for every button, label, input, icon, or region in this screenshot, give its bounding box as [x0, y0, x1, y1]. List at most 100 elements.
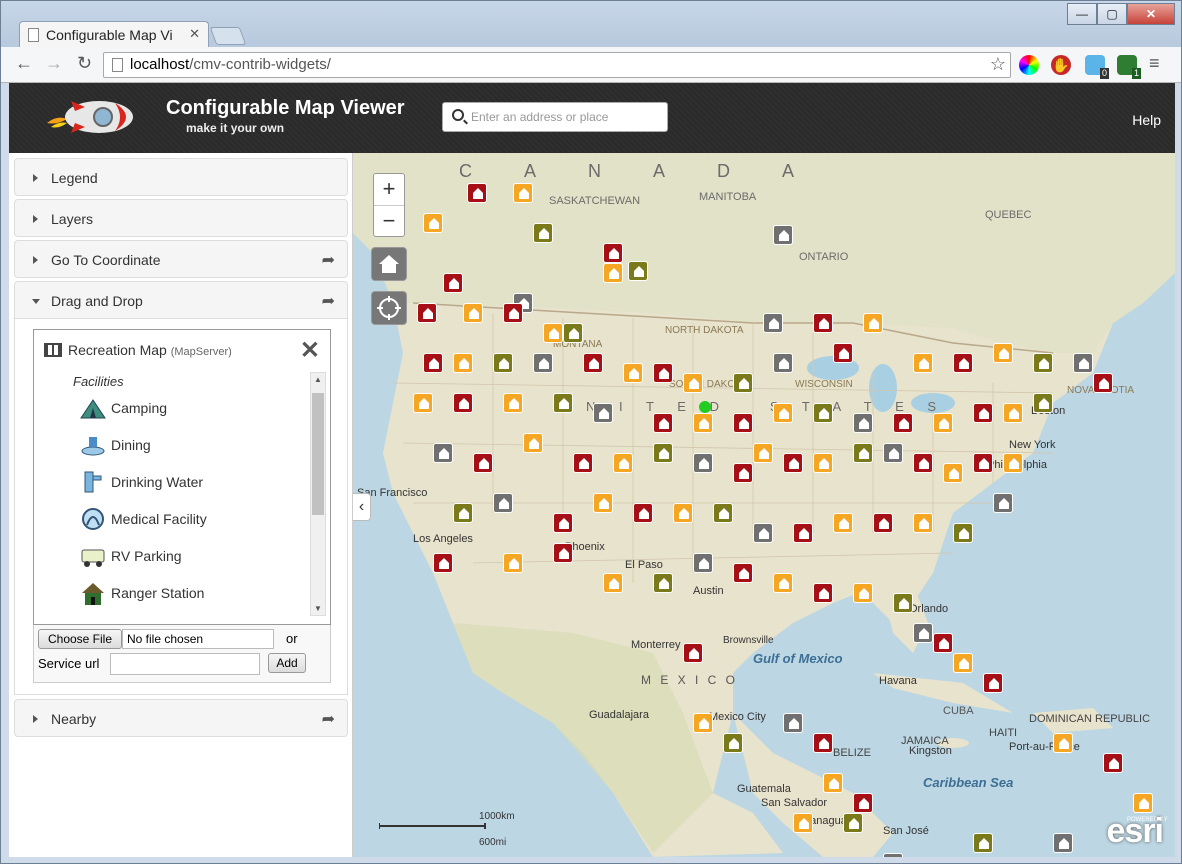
share-arrow-icon[interactable]: ➦	[322, 250, 335, 270]
facility-marker-icon[interactable]	[628, 261, 648, 281]
facility-marker-icon[interactable]	[893, 593, 913, 613]
facility-marker-icon[interactable]	[933, 633, 953, 653]
forward-arrow-icon[interactable]: →	[45, 53, 63, 74]
facility-marker-icon[interactable]	[693, 413, 713, 433]
facility-marker-icon[interactable]	[973, 403, 993, 423]
facility-marker-icon[interactable]	[563, 323, 583, 343]
facility-marker-icon[interactable]	[653, 443, 673, 463]
minimize-button[interactable]: —	[1067, 3, 1097, 25]
facility-marker-icon[interactable]	[773, 353, 793, 373]
facility-marker-icon[interactable]	[543, 323, 563, 343]
facility-marker-icon[interactable]	[853, 413, 873, 433]
facility-marker-icon[interactable]	[953, 353, 973, 373]
close-tab-icon[interactable]: ✕	[189, 26, 200, 42]
facility-marker-icon[interactable]	[1073, 353, 1093, 373]
ghostery-extension-icon[interactable]: 0	[1085, 55, 1109, 79]
facility-marker-icon[interactable]	[983, 673, 1003, 693]
facility-marker-icon[interactable]	[1033, 353, 1053, 373]
facility-marker-icon[interactable]	[467, 183, 487, 203]
facility-marker-icon[interactable]	[1133, 793, 1153, 813]
facility-marker-icon[interactable]	[993, 343, 1013, 363]
facility-marker-icon[interactable]	[913, 353, 933, 373]
facility-marker-icon[interactable]	[533, 223, 553, 243]
facility-marker-icon[interactable]	[453, 393, 473, 413]
reload-icon[interactable]: ↻	[77, 53, 92, 74]
scroll-down-icon[interactable]: ▼	[314, 604, 322, 613]
panel-layers[interactable]: Layers	[14, 199, 348, 237]
add-button[interactable]: Add	[268, 653, 306, 673]
facility-marker-icon[interactable]	[813, 403, 833, 423]
facility-marker-icon[interactable]	[1103, 753, 1123, 773]
facility-marker-icon[interactable]	[423, 213, 443, 233]
facility-marker-icon[interactable]	[623, 363, 643, 383]
facility-marker-icon[interactable]	[713, 503, 733, 523]
facility-marker-icon[interactable]	[733, 413, 753, 433]
facility-marker-icon[interactable]	[493, 493, 513, 513]
facility-marker-icon[interactable]	[1003, 453, 1023, 473]
facility-marker-icon[interactable]	[733, 463, 753, 483]
facility-marker-icon[interactable]	[653, 363, 673, 383]
facility-marker-icon[interactable]	[913, 513, 933, 533]
facility-marker-icon[interactable]	[553, 393, 573, 413]
choose-file-button[interactable]: Choose File	[38, 629, 122, 649]
facility-marker-icon[interactable]	[673, 503, 693, 523]
facility-marker-icon[interactable]	[613, 453, 633, 473]
facility-marker-icon[interactable]	[773, 403, 793, 423]
facility-marker-icon[interactable]	[813, 583, 833, 603]
address-bar[interactable]: localhost/cmv-contrib-widgets/ ☆	[103, 52, 1011, 78]
facility-marker-icon[interactable]	[593, 493, 613, 513]
facility-marker-icon[interactable]	[443, 273, 463, 293]
facility-marker-icon[interactable]	[1053, 833, 1073, 853]
color-picker-extension-icon[interactable]	[1019, 55, 1039, 75]
facility-marker-icon[interactable]	[853, 793, 873, 813]
facility-marker-icon[interactable]	[453, 503, 473, 523]
menu-icon[interactable]: ≡	[1149, 53, 1160, 74]
facility-marker-icon[interactable]	[763, 313, 783, 333]
facility-marker-icon[interactable]	[523, 433, 543, 453]
facility-marker-icon[interactable]	[843, 813, 863, 833]
facility-marker-icon[interactable]	[783, 713, 803, 733]
facility-marker-icon[interactable]	[533, 353, 553, 373]
service-url-input[interactable]	[110, 653, 260, 675]
help-link[interactable]: Help	[1132, 112, 1161, 128]
scroll-thumb[interactable]	[312, 393, 324, 515]
close-window-button[interactable]: ✕	[1127, 3, 1175, 25]
facility-marker-icon[interactable]	[603, 243, 623, 263]
facility-marker-icon[interactable]	[723, 733, 743, 753]
facility-marker-icon[interactable]	[953, 653, 973, 673]
facility-marker-icon[interactable]	[783, 453, 803, 473]
zoom-in-button[interactable]: +	[374, 174, 404, 205]
facility-marker-icon[interactable]	[753, 523, 773, 543]
facility-marker-icon[interactable]	[693, 713, 713, 733]
facility-marker-icon[interactable]	[423, 353, 443, 373]
facility-marker-icon[interactable]	[863, 313, 883, 333]
facility-marker-icon[interactable]	[873, 513, 893, 533]
facility-marker-icon[interactable]	[1033, 393, 1053, 413]
facility-marker-icon[interactable]	[603, 263, 623, 283]
facility-marker-icon[interactable]	[693, 453, 713, 473]
maximize-button[interactable]: ▢	[1097, 3, 1127, 25]
new-tab-button[interactable]	[209, 27, 247, 45]
facility-marker-icon[interactable]	[693, 553, 713, 573]
facility-marker-icon[interactable]	[433, 443, 453, 463]
facility-marker-icon[interactable]	[813, 733, 833, 753]
facility-marker-icon[interactable]	[793, 813, 813, 833]
facility-marker-icon[interactable]	[793, 523, 813, 543]
facility-marker-icon[interactable]	[893, 413, 913, 433]
panel-drag-and-drop[interactable]: Drag and Drop ➦	[14, 281, 348, 319]
facility-marker-icon[interactable]	[603, 573, 623, 593]
facility-marker-icon[interactable]	[553, 513, 573, 533]
facility-marker-icon[interactable]	[417, 303, 437, 323]
facility-marker-icon[interactable]	[593, 403, 613, 423]
facility-marker-icon[interactable]	[553, 543, 573, 563]
panel-legend[interactable]: Legend	[14, 158, 348, 196]
share-arrow-icon[interactable]: ➦	[322, 291, 335, 311]
locate-button[interactable]	[371, 291, 407, 325]
facility-marker-icon[interactable]	[943, 463, 963, 483]
facility-marker-icon[interactable]	[463, 303, 483, 323]
bookmark-star-icon[interactable]: ☆	[990, 54, 1006, 75]
home-button[interactable]	[371, 247, 407, 281]
facility-marker-icon[interactable]	[813, 453, 833, 473]
facility-marker-icon[interactable]	[953, 523, 973, 543]
facility-marker-icon[interactable]	[833, 343, 853, 363]
